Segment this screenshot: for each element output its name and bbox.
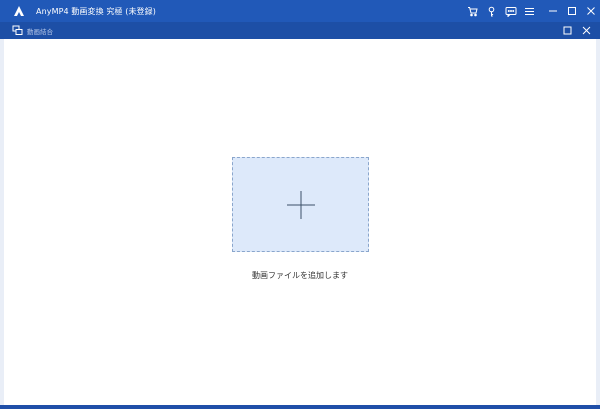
app-logo-icon — [8, 0, 30, 22]
add-file-drop-zone[interactable] — [232, 157, 369, 252]
window-edge-right — [596, 39, 600, 409]
main-content: 動画ファイルを追加します — [4, 39, 596, 407]
add-file-hint: 動画ファイルを追加します — [252, 271, 348, 280]
app-title: AnyMP4 動画変換 究極 (未登録) — [36, 6, 156, 16]
title-bar: AnyMP4 動画変換 究極 (未登録) — [0, 0, 600, 22]
plus-icon — [286, 190, 315, 219]
menu-icon[interactable] — [520, 0, 539, 22]
feedback-icon[interactable] — [501, 0, 520, 22]
minimize-icon[interactable] — [543, 0, 562, 22]
merge-window-title: 動画結合 — [27, 27, 53, 36]
maximize-icon[interactable] — [562, 0, 581, 22]
window-bottom-edge — [0, 405, 600, 409]
cart-icon[interactable] — [463, 0, 482, 22]
merge-window-bar: 動画結合 — [0, 22, 600, 39]
sub-close-icon[interactable] — [577, 22, 596, 39]
close-icon[interactable] — [581, 0, 600, 22]
merge-icon — [11, 25, 23, 37]
sub-maximize-icon[interactable] — [558, 22, 577, 39]
key-icon[interactable] — [482, 0, 501, 22]
